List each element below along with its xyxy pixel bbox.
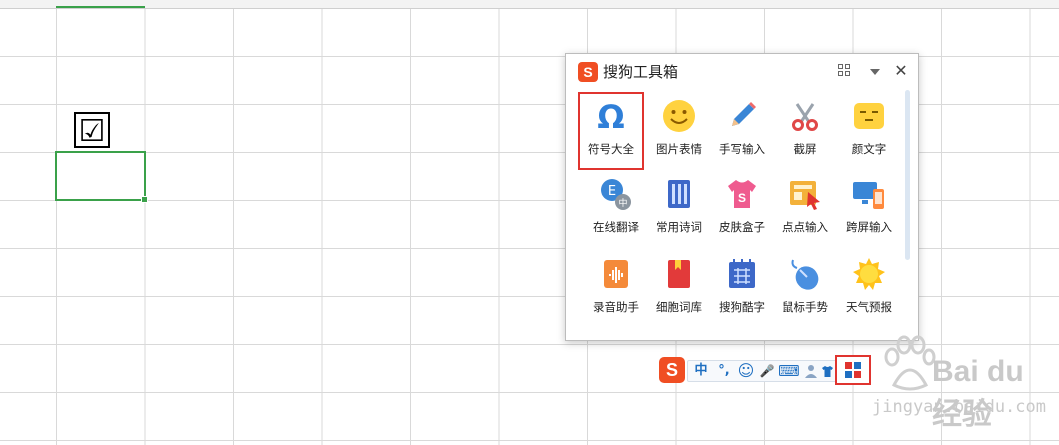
red-book-icon — [668, 260, 690, 288]
tile-label: 常用诗词 — [656, 220, 702, 234]
font-calendar-icon — [729, 259, 755, 288]
tile-label: 截屏 — [793, 142, 817, 156]
toolbox-scrollbar[interactable] — [905, 90, 910, 260]
keyboard-icon[interactable]: ⌨ — [778, 361, 800, 381]
omega-icon: Ω — [597, 98, 624, 134]
tile-click-input[interactable]: 点点输入 — [772, 170, 838, 248]
svg-text:中: 中 — [618, 197, 627, 209]
book-icon — [668, 180, 690, 208]
tile-label: 手写输入 — [719, 142, 765, 156]
tile-cell-dictionary[interactable]: 细胞词库 — [646, 250, 712, 328]
emoji-icon[interactable]: ☺ — [736, 361, 756, 381]
tile-label: 符号大全 — [588, 142, 634, 156]
monitor-phone-icon — [853, 182, 884, 209]
toolbox-grid-icon — [845, 362, 861, 378]
tile-cross-screen[interactable]: 跨屏输入 — [836, 170, 902, 248]
sogou-logo-icon: S — [578, 62, 598, 82]
svg-text:S: S — [738, 191, 746, 205]
column-header — [0, 0, 1059, 9]
sun-icon — [853, 258, 885, 290]
selected-column-indicator — [56, 6, 145, 8]
ime-punctuation-toggle[interactable]: °, — [714, 361, 734, 381]
tile-label: 天气预报 — [846, 300, 892, 314]
tile-label: 在线翻译 — [593, 220, 639, 234]
tile-label: 录音助手 — [593, 300, 639, 314]
tshirt-icon: S — [728, 180, 756, 208]
tile-translate[interactable]: E 中 在线翻译 — [583, 170, 649, 248]
microphone-icon[interactable]: 🎤 — [758, 361, 776, 381]
shirt-skin-icon[interactable] — [820, 361, 834, 381]
tile-label: 鼠标手势 — [782, 300, 828, 314]
user-icon[interactable] — [804, 361, 818, 381]
tile-label: 搜狗酷字 — [719, 300, 765, 314]
tile-mouse-gestures[interactable]: 鼠标手势 — [772, 250, 838, 328]
tile-label: 皮肤盒子 — [719, 220, 765, 234]
grid-view-icon[interactable] — [836, 62, 854, 80]
pointer-board-icon — [790, 181, 820, 210]
tile-kaomoji[interactable]: 颜文字 — [836, 92, 902, 170]
fill-handle[interactable] — [141, 196, 148, 203]
tile-cool-fonts[interactable]: 搜狗酷字 — [709, 250, 775, 328]
tile-weather[interactable]: 天气预报 — [836, 250, 902, 328]
pencil-icon — [732, 102, 756, 126]
tile-label: 细胞词库 — [656, 300, 702, 314]
translate-icon: E 中 — [601, 179, 631, 210]
dropdown-icon[interactable] — [866, 62, 884, 80]
close-icon[interactable]: ✕ — [892, 62, 910, 80]
tile-image-emoji[interactable]: 图片表情 — [646, 92, 712, 170]
ime-mode-toggle[interactable]: 中 — [692, 361, 710, 381]
scroll-audio-icon — [604, 260, 628, 288]
svg-text:Ω: Ω — [597, 98, 624, 134]
selected-cell[interactable] — [55, 151, 148, 203]
mouse-icon — [791, 259, 819, 290]
tile-handwriting[interactable]: 手写输入 — [709, 92, 775, 170]
tile-skins[interactable]: S 皮肤盒子 — [709, 170, 775, 248]
smiley-icon — [663, 100, 695, 132]
checkbox-symbol-cell: ☑ — [74, 112, 110, 149]
toolbox-button[interactable] — [835, 355, 871, 385]
tile-poems[interactable]: 常用诗词 — [646, 170, 712, 248]
tile-symbols[interactable]: Ω 符号大全 — [578, 92, 644, 170]
sogou-toolbox-panel: S 搜狗工具箱 ✕ Ω 符号大全 图片表情 手写输入 截屏 颜文字 E 中 在线… — [565, 53, 919, 341]
kaomoji-icon — [854, 103, 884, 129]
tile-label: 颜文字 — [851, 142, 887, 156]
ime-status-bar: S 中 °, ☺ 🎤 ⌨ — [659, 355, 873, 385]
sogou-ime-logo-icon[interactable]: S — [659, 357, 685, 383]
scissors-icon — [792, 103, 818, 131]
tile-label: 图片表情 — [656, 142, 702, 156]
tile-label: 点点输入 — [782, 220, 828, 234]
ime-toolbar-strip: 中 °, ☺ 🎤 ⌨ — [687, 360, 837, 382]
tile-screenshot[interactable]: 截屏 — [772, 92, 838, 170]
svg-text:E: E — [608, 184, 616, 199]
tile-label: 跨屏输入 — [846, 220, 892, 234]
toolbox-header: S 搜狗工具箱 ✕ — [566, 54, 918, 88]
toolbox-title: 搜狗工具箱 — [603, 63, 679, 81]
tile-voice-recorder[interactable]: 录音助手 — [583, 250, 649, 328]
